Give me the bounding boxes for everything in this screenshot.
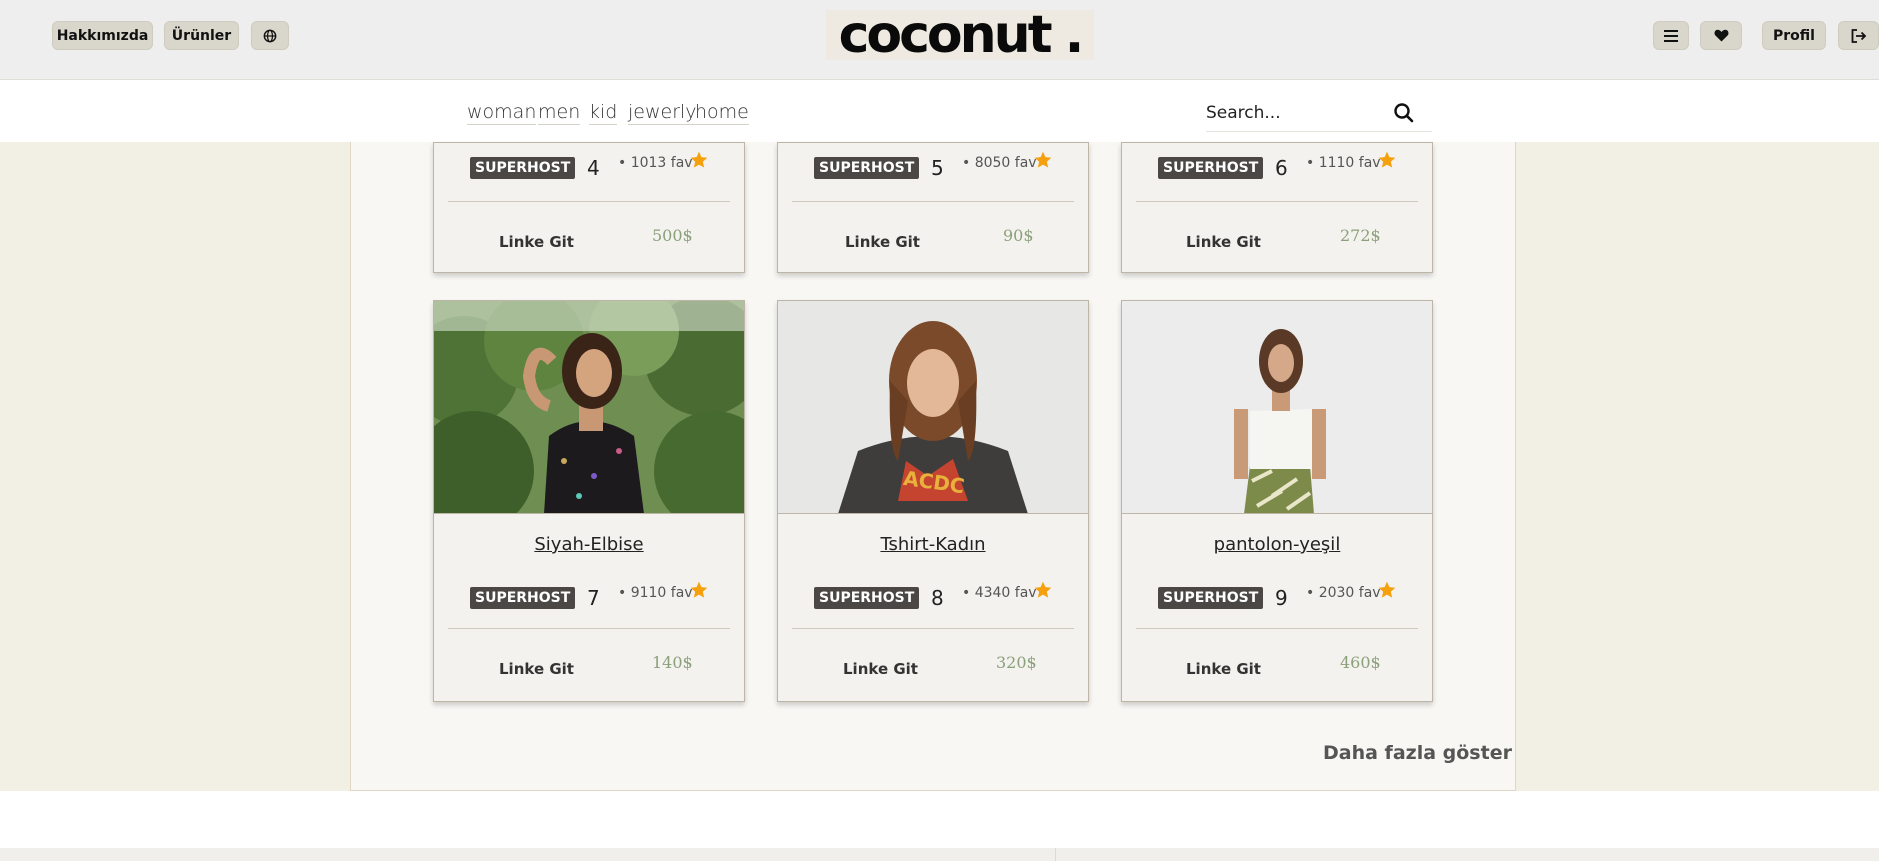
product-card: ACDC Tshirt-Kadın SUPERHOST 8 • 4340 fav…	[777, 300, 1089, 702]
logout-button[interactable]	[1838, 21, 1879, 50]
product-link[interactable]: Linke Git	[1186, 233, 1261, 251]
product-rank: 6	[1275, 156, 1288, 180]
product-rank: 9	[1275, 586, 1288, 610]
fav-count: • 1013 fav	[618, 155, 693, 171]
star-icon	[690, 151, 708, 168]
product-price: 500$	[652, 226, 693, 245]
fav-count: • 2030 fav	[1306, 585, 1381, 601]
product-image[interactable]: ACDC	[778, 301, 1088, 514]
menu-button[interactable]	[1653, 21, 1689, 50]
logo-text: coconut .	[838, 5, 1085, 65]
category-nav	[0, 81, 1879, 142]
profile-button[interactable]: Profil	[1762, 21, 1826, 50]
card-divider	[792, 628, 1074, 629]
fav-count: • 9110 fav	[618, 585, 693, 601]
product-link[interactable]: Linke Git	[499, 660, 574, 678]
language-button[interactable]	[251, 21, 289, 50]
product-image[interactable]	[434, 301, 744, 514]
product-price: 272$	[1340, 226, 1381, 245]
product-price: 90$	[1003, 226, 1034, 245]
product-title[interactable]: Siyah-Elbise	[434, 534, 744, 555]
card-divider	[448, 628, 730, 629]
search-icon[interactable]	[1392, 101, 1416, 125]
product-link[interactable]: Linke Git	[1186, 660, 1261, 678]
product-link[interactable]: Linke Git	[499, 233, 574, 251]
product-rank: 4	[587, 156, 600, 180]
nav-link-home[interactable]: home	[695, 101, 749, 125]
product-card: SUPERHOST 5 • 8050 fav Linke Git 90$	[777, 142, 1089, 273]
fav-count: • 8050 fav	[962, 155, 1037, 171]
star-icon	[1034, 151, 1052, 168]
product-card: SUPERHOST 4 • 1013 fav Linke Git 500$	[433, 142, 745, 273]
show-more-link[interactable]: Daha fazla göster	[1323, 742, 1512, 764]
superhost-badge: SUPERHOST	[1158, 157, 1264, 179]
superhost-badge: SUPERHOST	[814, 587, 920, 609]
fav-count: • 1110 fav	[1306, 155, 1381, 171]
product-title[interactable]: Tshirt-Kadın	[778, 534, 1088, 555]
card-divider	[1136, 628, 1418, 629]
product-card: SUPERHOST 6 • 1110 fav Linke Git 272$	[1121, 142, 1433, 273]
product-link[interactable]: Linke Git	[843, 660, 918, 678]
nav-link-woman[interactable]: woman	[467, 101, 537, 125]
footer-strip	[0, 848, 1879, 861]
footer-divider	[1055, 848, 1056, 861]
superhost-badge: SUPERHOST	[470, 587, 576, 609]
superhost-badge: SUPERHOST	[814, 157, 920, 179]
product-rank: 8	[931, 586, 944, 610]
product-rank: 5	[931, 156, 944, 180]
star-icon	[1034, 581, 1052, 598]
products-button[interactable]: Ürünler	[164, 21, 239, 50]
fav-count: • 4340 fav	[962, 585, 1037, 601]
superhost-badge: SUPERHOST	[470, 157, 576, 179]
card-divider	[792, 201, 1074, 202]
product-rank: 7	[587, 586, 600, 610]
star-icon	[1378, 581, 1396, 598]
logo[interactable]: coconut .	[826, 5, 1094, 65]
nav-link-jewerly[interactable]: jewerly	[628, 101, 697, 125]
product-card: pantolon-yeşil SUPERHOST 9 • 2030 fav Li…	[1121, 300, 1433, 702]
product-image[interactable]	[1122, 301, 1432, 514]
top-bar: Hakkımızda Ürünler coconut . Profil	[0, 0, 1879, 80]
search-input[interactable]	[1206, 98, 1396, 128]
hamburger-icon	[1664, 29, 1678, 42]
about-button[interactable]: Hakkımızda	[52, 21, 153, 50]
heart-icon	[1714, 29, 1728, 42]
product-price: 460$	[1340, 653, 1381, 672]
product-link[interactable]: Linke Git	[845, 233, 920, 251]
logout-icon	[1851, 28, 1866, 43]
product-title[interactable]: pantolon-yeşil	[1122, 534, 1432, 555]
star-icon	[1378, 151, 1396, 168]
favorites-button[interactable]	[1700, 21, 1742, 50]
card-divider	[1136, 201, 1418, 202]
nav-link-kid[interactable]: kid	[589, 101, 618, 125]
nav-link-men[interactable]: men	[538, 101, 581, 125]
product-card: Siyah-Elbise SUPERHOST 7 • 9110 fav Link…	[433, 300, 745, 702]
product-price: 320$	[996, 653, 1037, 672]
card-divider	[448, 201, 730, 202]
star-icon	[690, 581, 708, 598]
globe-icon	[263, 29, 277, 42]
superhost-badge: SUPERHOST	[1158, 587, 1264, 609]
product-price: 140$	[652, 653, 693, 672]
